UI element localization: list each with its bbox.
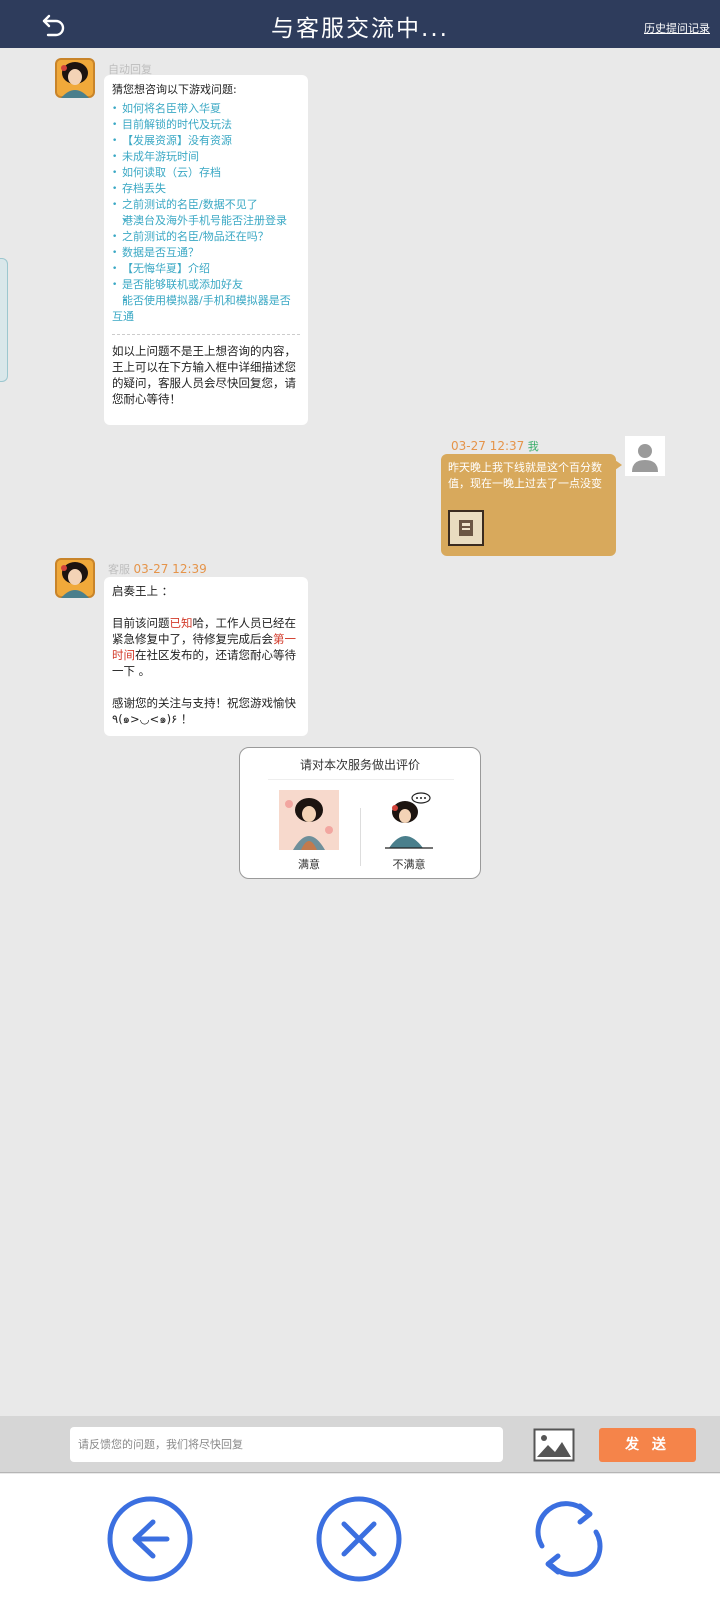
side-float-tab[interactable] <box>0 258 8 382</box>
auto-reply-intro: 猜您想咨询以下游戏问题: <box>112 83 237 96</box>
auto-reply-outro: 如以上问题不是王上想咨询的内容，王上可以在下方输入框中详细描述您的疑问，客服人员… <box>112 344 296 406</box>
faq-item[interactable]: 未成年游玩时间 <box>112 149 300 165</box>
happy-character-icon <box>279 790 339 850</box>
faq-item[interactable]: 【发展资源】没有资源 <box>112 133 300 149</box>
faq-item[interactable]: 能否使用模拟器/手机和模拟器是否互通 <box>112 293 300 325</box>
user-message-meta: 03-27 12:37 我 <box>451 438 539 454</box>
user-message-text: 昨天晚上我下线就是这个百分数值，现在一晚上过去了一点没变 <box>448 461 602 490</box>
timestamp: 03-27 12:39 <box>133 562 207 576</box>
divider <box>112 334 300 335</box>
rating-title: 请对本次服务做出评价 <box>299 758 420 772</box>
history-questions-link[interactable]: 历史提问记录 <box>644 20 710 36</box>
agent-avatar <box>55 58 95 98</box>
agent-avatar <box>55 558 95 598</box>
close-circle-icon <box>316 1496 402 1582</box>
faq-item[interactable]: 目前解锁的时代及玩法 <box>112 117 300 133</box>
faq-item[interactable]: 之前测试的名臣/数据不见了 <box>112 197 300 213</box>
faq-list: 如何将名臣带入华夏 目前解锁的时代及玩法 【发展资源】没有资源 未成年游玩时间 … <box>112 101 300 325</box>
highlight-text: 已知 <box>169 616 193 630</box>
user-message-bubble: 昨天晚上我下线就是这个百分数值，现在一晚上过去了一点没变 <box>441 454 622 556</box>
arrow-left-circle-icon <box>107 1496 193 1582</box>
reply-text: 在社区发布的，还请您耐心等待一下 。 <box>112 648 296 678</box>
nav-close-button[interactable] <box>314 1494 404 1584</box>
page-title: 与客服交流中... <box>271 16 449 42</box>
auto-reply-bubble: 猜您想咨询以下游戏问题: 如何将名臣带入华夏 目前解锁的时代及玩法 【发展资源】… <box>104 75 308 425</box>
divider <box>360 808 361 866</box>
message-input-bar: 发 送 <box>0 1416 720 1473</box>
thanks-paragraph: 感谢您的关注与支持！祝您游戏愉快٩(๑>◡<๑)۶ ！ <box>112 696 296 726</box>
reply-text: 目前该问题 <box>112 616 170 630</box>
faq-item[interactable]: 是否能够联机或添加好友 <box>112 277 300 293</box>
faq-item[interactable]: 【无悔华夏】介绍 <box>112 261 300 277</box>
faq-item[interactable]: 数据是否互通？ <box>112 245 300 261</box>
annoyed-character-icon <box>379 790 439 850</box>
bottom-navigation <box>0 1474 720 1600</box>
faq-item[interactable]: 存档丢失 <box>112 181 300 197</box>
faq-item[interactable]: 港澳台及海外手机号能否注册登录 <box>112 213 300 229</box>
greeting: 启奏王上 ： <box>112 584 174 598</box>
satisfied-label: 满意 <box>298 858 320 871</box>
service-rating-card: 请对本次服务做出评价 满意 不满意 <box>239 747 481 879</box>
feedback-input[interactable] <box>70 1427 503 1462</box>
image-upload-button[interactable] <box>533 1428 575 1462</box>
default-user-icon <box>625 436 665 476</box>
nav-back-button[interactable] <box>105 1494 195 1584</box>
picture-icon <box>533 1428 575 1462</box>
top-bar: 与客服交流中... 历史提问记录 <box>0 0 720 48</box>
satisfied-option[interactable]: 满意 <box>279 790 339 872</box>
unsatisfied-option[interactable]: 不满意 <box>379 790 439 872</box>
faq-item[interactable]: 之前测试的名臣/物品还在吗？ <box>112 229 300 245</box>
faq-item[interactable]: 如何将名臣带入华夏 <box>112 101 300 117</box>
unsatisfied-label: 不满意 <box>392 858 426 871</box>
agent-reply-bubble: 启奏王上 ： 目前该问题已知哈，工作人员已经在紧急修复中了，待修复完成后会第一时… <box>104 577 308 736</box>
sender-label: 客服 <box>108 563 130 576</box>
timestamp: 03-27 12:37 <box>451 439 525 453</box>
me-label: 我 <box>527 440 539 453</box>
refresh-icon <box>535 1501 603 1577</box>
attached-image-thumbnail[interactable] <box>448 510 484 546</box>
agent-reply-meta: 客服 03-27 12:39 <box>108 561 207 577</box>
faq-item[interactable]: 如何读取（云）存档 <box>112 165 300 181</box>
divider <box>268 779 454 780</box>
nav-refresh-button[interactable] <box>524 1494 614 1584</box>
send-button[interactable]: 发 送 <box>599 1428 696 1462</box>
user-avatar <box>625 436 665 476</box>
reply-paragraph: 目前该问题已知哈，工作人员已经在紧急修复中了，待修复完成后会第一时间在社区发布的… <box>112 615 300 679</box>
